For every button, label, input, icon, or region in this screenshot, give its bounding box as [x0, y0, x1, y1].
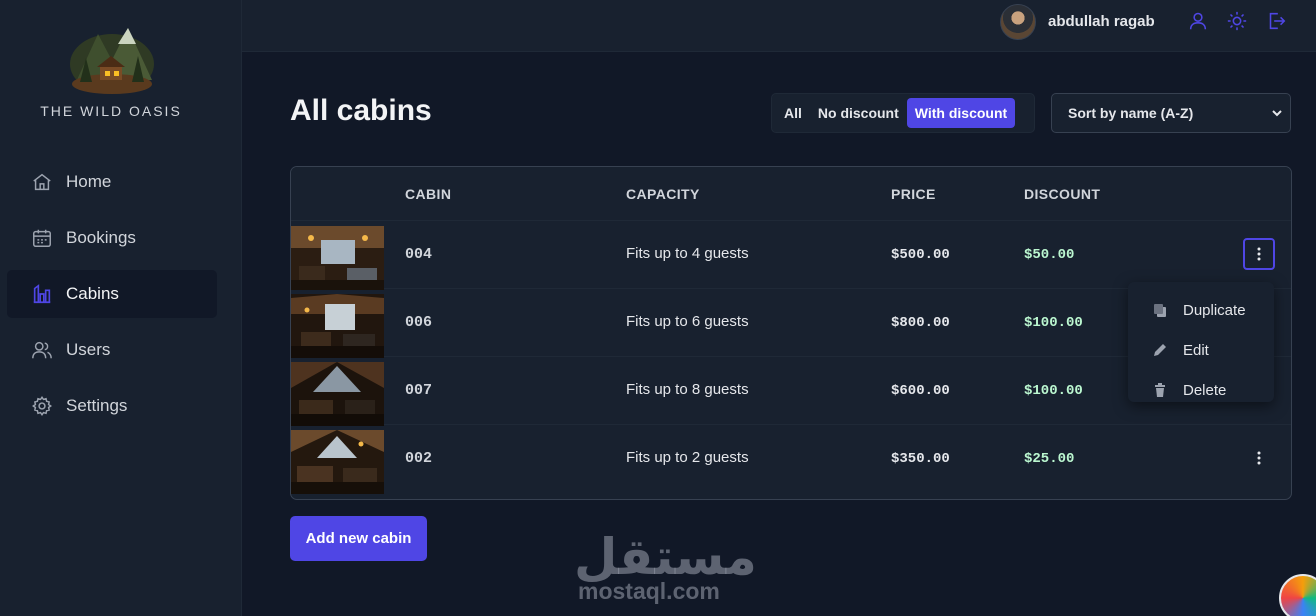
- cabin-price: $350.00: [891, 451, 950, 467]
- sort-select-value: Sort by name (A-Z): [1068, 105, 1194, 121]
- corner-badge[interactable]: [1279, 574, 1316, 616]
- gear-icon: [31, 395, 53, 417]
- menu-item-duplicate[interactable]: Duplicate: [1128, 290, 1274, 330]
- sidebar-item-label: Settings: [66, 396, 128, 415]
- brand-name: THE WILD OASIS: [40, 103, 182, 119]
- cabin-name: 007: [405, 382, 433, 399]
- sidebar-item-users[interactable]: Users: [7, 326, 217, 374]
- sort-select[interactable]: Sort by name (A-Z): [1051, 93, 1291, 133]
- trash-icon: [1152, 382, 1168, 398]
- cabin-discount: $25.00: [1024, 451, 1075, 467]
- sidebar-item-cabins[interactable]: Cabins: [7, 270, 217, 318]
- menu-item-label: Edit: [1183, 341, 1209, 359]
- sun-icon[interactable]: [1226, 10, 1248, 32]
- row-menu-button[interactable]: [1243, 238, 1275, 270]
- logo: [66, 22, 158, 94]
- top-header: abdullah ragab: [242, 0, 1316, 52]
- cabin-price: $500.00: [891, 247, 950, 263]
- filter-with-discount-button[interactable]: With discount: [906, 98, 1016, 128]
- table-row: 002 Fits up to 2 guests $350.00 $25.00: [291, 426, 1291, 494]
- cabin-name: 004: [405, 246, 433, 263]
- home-icon: [31, 171, 53, 193]
- sidebar-item-label: Users: [66, 340, 111, 359]
- filter-all-button[interactable]: All: [776, 98, 810, 128]
- cabin-image: [291, 220, 384, 290]
- logout-icon[interactable]: [1265, 10, 1287, 32]
- cabin-image: [291, 362, 384, 426]
- sidebar-item-label: Home: [66, 172, 112, 191]
- watermark-latin: mostaql.com: [578, 578, 720, 604]
- filter-no-discount-button[interactable]: No discount: [810, 98, 907, 128]
- column-header-discount: DISCOUNT: [1024, 186, 1101, 202]
- more-vertical-icon: [1257, 247, 1261, 261]
- column-header-cabin: CABIN: [405, 186, 452, 202]
- column-header-price: PRICE: [891, 186, 936, 202]
- cabin-capacity: Fits up to 4 guests: [626, 245, 749, 262]
- menu-item-edit[interactable]: Edit: [1128, 330, 1274, 370]
- sidebar-item-label: Bookings: [66, 228, 136, 247]
- sidebar: THE WILD OASIS Home Bookings Cabins User…: [0, 0, 242, 616]
- user-icon[interactable]: [1187, 10, 1209, 32]
- cabin-name: 006: [405, 314, 433, 331]
- table-header: CABIN CAPACITY PRICE DISCOUNT: [291, 167, 1291, 221]
- main-nav: Home Bookings Cabins Users Settings: [7, 158, 217, 438]
- cabins-icon: [31, 283, 53, 305]
- more-vertical-icon: [1257, 451, 1261, 465]
- sidebar-item-settings[interactable]: Settings: [7, 382, 217, 430]
- users-icon: [31, 339, 53, 361]
- add-cabin-button[interactable]: Add new cabin: [290, 516, 427, 561]
- column-header-capacity: CAPACITY: [626, 186, 700, 202]
- menu-item-label: Duplicate: [1183, 301, 1246, 319]
- menu-item-delete[interactable]: Delete: [1128, 370, 1274, 410]
- cabin-image: [291, 430, 384, 494]
- copy-icon: [1152, 302, 1168, 318]
- cabin-discount: $100.00: [1024, 315, 1083, 331]
- cabin-discount: $50.00: [1024, 247, 1075, 263]
- cabin-price: $600.00: [891, 383, 950, 399]
- cabin-capacity: Fits up to 6 guests: [626, 313, 749, 330]
- cabin-price: $800.00: [891, 315, 950, 331]
- table-row: 004 Fits up to 4 guests $500.00 $50.00: [291, 220, 1291, 290]
- cabin-capacity: Fits up to 8 guests: [626, 381, 749, 398]
- sidebar-item-label: Cabins: [66, 284, 119, 303]
- discount-filter: All No discount With discount: [771, 93, 1035, 133]
- menu-item-label: Delete: [1183, 381, 1227, 399]
- sidebar-item-home[interactable]: Home: [7, 158, 217, 206]
- calendar-icon: [31, 227, 53, 249]
- row-actions-menu: Duplicate Edit Delete: [1128, 282, 1274, 402]
- username: abdullah ragab: [1048, 13, 1155, 30]
- chevron-down-icon: [1270, 106, 1284, 120]
- avatar[interactable]: [1000, 4, 1036, 40]
- row-menu-button[interactable]: [1243, 442, 1275, 474]
- cabin-image: [291, 294, 384, 358]
- cabin-capacity: Fits up to 2 guests: [626, 449, 749, 466]
- cabin-discount: $100.00: [1024, 383, 1083, 399]
- pencil-icon: [1152, 342, 1168, 358]
- page-title: All cabins: [290, 94, 432, 127]
- cabin-name: 002: [405, 450, 433, 467]
- sidebar-item-bookings[interactable]: Bookings: [7, 214, 217, 262]
